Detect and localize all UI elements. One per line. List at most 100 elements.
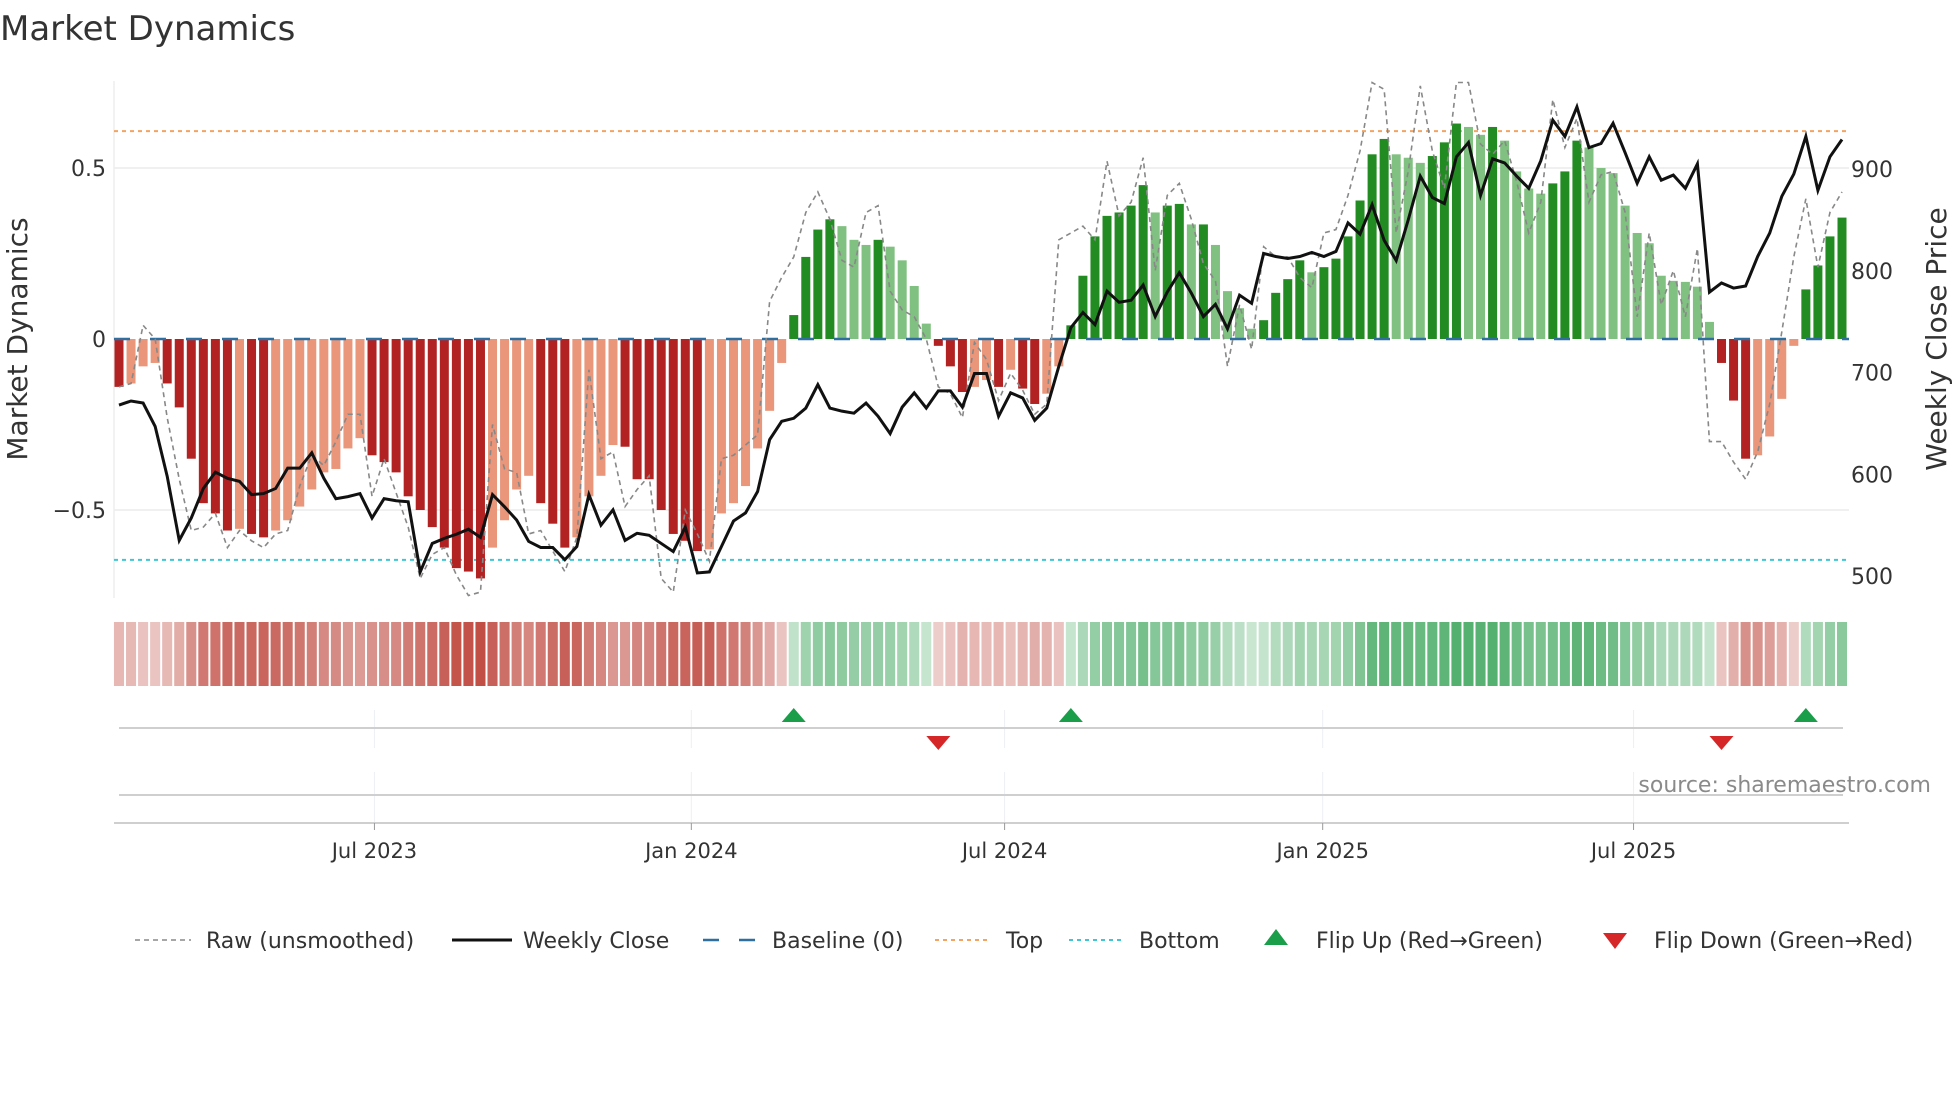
heat-strip-cell	[1487, 622, 1498, 686]
dynamics-bar	[1042, 339, 1052, 394]
dynamics-bar	[247, 339, 257, 534]
heat-strip-cell	[342, 622, 353, 686]
heat-strip-cell	[1836, 622, 1848, 686]
dynamics-bar	[1439, 142, 1449, 339]
dynamics-bar	[512, 339, 522, 490]
heat-strip-cell	[258, 622, 269, 686]
dynamics-bar	[777, 339, 787, 363]
heat-strip-cell	[583, 622, 594, 686]
heat-strip-cell	[246, 622, 257, 686]
heat-strip-cell	[1306, 622, 1317, 686]
dynamics-bar	[994, 339, 1004, 387]
dynamics-bar	[572, 339, 582, 538]
heat-strip-cell	[186, 622, 197, 686]
dynamics-bar	[1006, 339, 1016, 370]
legend-label: Baseline (0)	[772, 929, 903, 954]
dynamics-bar	[1704, 321, 1714, 339]
market-dynamics-chart: Market Dynamics Market Dynamics Weekly C…	[0, 9, 1953, 954]
dynamics-bar	[765, 339, 775, 411]
legend-label: Flip Up (Red→Green)	[1316, 929, 1543, 954]
legend-label: Bottom	[1139, 929, 1220, 954]
dynamics-bar	[801, 256, 811, 339]
dynamics-bar	[861, 244, 871, 339]
dynamics-bar	[114, 339, 124, 387]
dynamics-bar	[1476, 134, 1486, 339]
heat-strip-cell	[704, 622, 715, 686]
dynamics-bar	[921, 323, 931, 339]
dynamics-bar	[1717, 339, 1727, 363]
dynamics-bar	[945, 339, 955, 367]
heat-strip-cell	[632, 622, 643, 686]
heat-strip-cell	[1680, 622, 1691, 686]
x-tick-label: Jul 2024	[960, 839, 1047, 863]
x-ticks: Jul 2023 Jan 2024 Jul 2024 Jan 2025 Jul 2025	[330, 823, 1676, 863]
legend-label: Weekly Close	[523, 929, 669, 954]
heat-strip-cell	[1595, 622, 1607, 686]
dynamics-bar	[379, 339, 389, 463]
heat-strip-cell	[1499, 622, 1510, 686]
dynamics-bar	[1789, 339, 1799, 346]
heat-strip-cell	[294, 622, 305, 686]
heat-strip-cell	[1138, 622, 1149, 686]
dynamics-bar	[656, 339, 666, 510]
flip-up-marker	[1793, 708, 1818, 722]
heat-strip-cell	[403, 622, 414, 686]
heat-strip-cell	[330, 622, 341, 686]
dynamics-bar	[427, 339, 437, 528]
heat-strip-cell	[1282, 622, 1293, 686]
x-tick-label: Jan 2024	[643, 839, 738, 863]
heat-strip-cell	[1728, 622, 1739, 686]
dynamics-bar	[885, 246, 895, 339]
source-label: source: sharemaestro.com	[1638, 773, 1931, 798]
dynamics-bar	[1825, 236, 1835, 339]
heat-strip	[113, 622, 1848, 686]
heat-strip-cell	[740, 622, 751, 686]
dynamics-bar	[1271, 292, 1281, 339]
dynamics-bar	[1018, 339, 1028, 389]
dynamics-bar	[1307, 272, 1317, 339]
heat-strip-cell	[1788, 622, 1799, 686]
dynamics-bar	[1367, 154, 1377, 339]
y2-tick-label: 800	[1851, 260, 1893, 285]
heat-strip-cell	[800, 622, 811, 686]
dynamics-bar	[1078, 275, 1088, 339]
heat-strip-cell	[535, 622, 546, 686]
dynamics-bar	[596, 339, 606, 476]
heat-strip-cell	[306, 622, 317, 686]
flip-up-marker	[1058, 708, 1083, 722]
heat-strip-cell	[138, 622, 149, 686]
heat-strip-cell	[1089, 622, 1100, 686]
dynamics-bar	[957, 339, 967, 393]
dynamics-bar	[620, 339, 630, 447]
dynamics-bar	[704, 339, 714, 550]
dynamics-bar	[741, 339, 751, 487]
heat-strip-cell	[656, 622, 667, 686]
dynamics-bar	[933, 339, 943, 346]
heat-strip-cell	[318, 622, 329, 686]
x-tick-label: Jul 2023	[330, 839, 417, 863]
legend-label: Flip Down (Green→Red)	[1654, 929, 1913, 954]
dynamics-bar	[1319, 267, 1329, 339]
heat-strip-cell	[776, 622, 787, 686]
heat-strip-cell	[1475, 622, 1486, 686]
heat-strip-cell	[836, 622, 847, 686]
dynamics-bar	[536, 339, 546, 504]
dynamics-bar	[1102, 215, 1112, 339]
dynamics-bar	[1729, 339, 1739, 401]
heat-strip-cell	[150, 622, 161, 686]
heat-strip-cell	[1379, 622, 1390, 686]
heat-strip-cell	[1559, 622, 1570, 686]
heat-strip-cell	[1318, 622, 1329, 686]
heat-strip-cell	[1800, 622, 1811, 686]
dynamics-bar	[1162, 205, 1172, 339]
heat-strip-cell	[1427, 622, 1438, 686]
heat-strip-cell	[571, 622, 582, 686]
dynamics-bar	[692, 339, 702, 552]
x-tick-label: Jul 2025	[1589, 839, 1676, 863]
chart-title: Market Dynamics	[0, 9, 295, 49]
heat-strip-cell	[1355, 622, 1366, 686]
heat-strip-cell	[1174, 622, 1185, 686]
heat-strip-cell	[523, 622, 534, 686]
legend-flip-up-icon	[1264, 929, 1288, 945]
heat-strip-cell	[1668, 622, 1679, 686]
